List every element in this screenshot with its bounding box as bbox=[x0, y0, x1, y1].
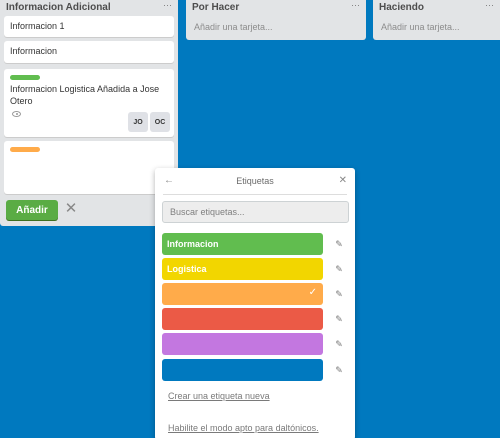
card-title: Informacion bbox=[10, 46, 58, 56]
close-icon[interactable]: ✕ bbox=[64, 201, 78, 217]
card-title-line2: Otero bbox=[10, 96, 33, 106]
create-label-link[interactable]: Crear una etiqueta nueva bbox=[168, 391, 270, 401]
close-icon[interactable]: ✕ bbox=[339, 175, 347, 186]
edit-pencil-icon[interactable]: ✎ bbox=[333, 313, 345, 325]
search-labels-input[interactable] bbox=[162, 201, 349, 223]
avatar-jo[interactable]: JO bbox=[128, 112, 148, 132]
card-informacion-1[interactable]: Informacion 1 bbox=[4, 16, 174, 37]
label-red[interactable] bbox=[162, 308, 323, 330]
add-card-link[interactable]: Añadir una tarjeta... bbox=[194, 22, 273, 32]
list-menu-icon[interactable]: ··· bbox=[351, 1, 360, 12]
label-name: Logistica bbox=[167, 264, 207, 274]
divider bbox=[163, 194, 347, 195]
label-informacion[interactable]: Informacion bbox=[162, 233, 323, 255]
popover-title: Etiquetas bbox=[236, 176, 274, 186]
card-label-green bbox=[10, 75, 40, 80]
card-title: Informacion 1 bbox=[10, 21, 65, 31]
edit-pencil-icon[interactable]: ✎ bbox=[333, 338, 345, 350]
label-purple[interactable] bbox=[162, 333, 323, 355]
edit-pencil-icon[interactable]: ✎ bbox=[333, 364, 345, 376]
card-informacion[interactable]: Informacion bbox=[4, 41, 174, 63]
edit-pencil-icon[interactable]: ✎ bbox=[333, 288, 345, 300]
list-haciendo: Haciendo ··· Añadir una tarjeta... bbox=[373, 0, 500, 40]
list-header: Por Hacer ··· bbox=[186, 0, 366, 14]
card-title-line1: Informacion Logistica Añadida a Jose bbox=[10, 84, 160, 94]
edit-pencil-icon[interactable]: ✎ bbox=[333, 263, 345, 275]
eye-icon bbox=[12, 111, 21, 117]
card-label-orange bbox=[10, 147, 40, 152]
add-card-button[interactable]: Añadir bbox=[6, 200, 58, 220]
list-menu-icon[interactable]: ··· bbox=[163, 1, 172, 12]
list-informacion-adicional: Informacion Adicional ··· Informacion 1 … bbox=[0, 0, 178, 226]
label-name: Informacion bbox=[167, 239, 219, 249]
colorblind-mode-link[interactable]: Habilite el modo apto para daltónicos. bbox=[168, 423, 319, 433]
card-informacion-logistica[interactable]: Informacion Logistica Añadida a Jose Ote… bbox=[4, 69, 174, 137]
list-por-hacer: Por Hacer ··· Añadir una tarjeta... bbox=[186, 0, 366, 40]
list-title[interactable]: Informacion Adicional bbox=[6, 2, 111, 13]
label-logistica[interactable]: Logistica bbox=[162, 258, 323, 280]
list-menu-icon[interactable]: ··· bbox=[485, 1, 494, 12]
check-icon: ✓ bbox=[308, 287, 317, 298]
labels-popover: ← Etiquetas ✕ Informacion ✎ Logistica ✎ … bbox=[155, 168, 355, 438]
list-header: Informacion Adicional ··· bbox=[0, 0, 178, 14]
label-orange[interactable]: ✓ bbox=[162, 283, 323, 305]
list-title[interactable]: Por Hacer bbox=[192, 2, 239, 13]
add-card-link[interactable]: Añadir una tarjeta... bbox=[381, 22, 460, 32]
avatar-oc[interactable]: OC bbox=[150, 112, 170, 132]
list-header: Haciendo ··· bbox=[373, 0, 500, 14]
popover-header: ← Etiquetas ✕ bbox=[155, 168, 355, 194]
edit-pencil-icon[interactable]: ✎ bbox=[333, 238, 345, 250]
list-title[interactable]: Haciendo bbox=[379, 2, 424, 13]
label-blue[interactable] bbox=[162, 359, 323, 381]
card-new-orange[interactable] bbox=[4, 141, 174, 194]
